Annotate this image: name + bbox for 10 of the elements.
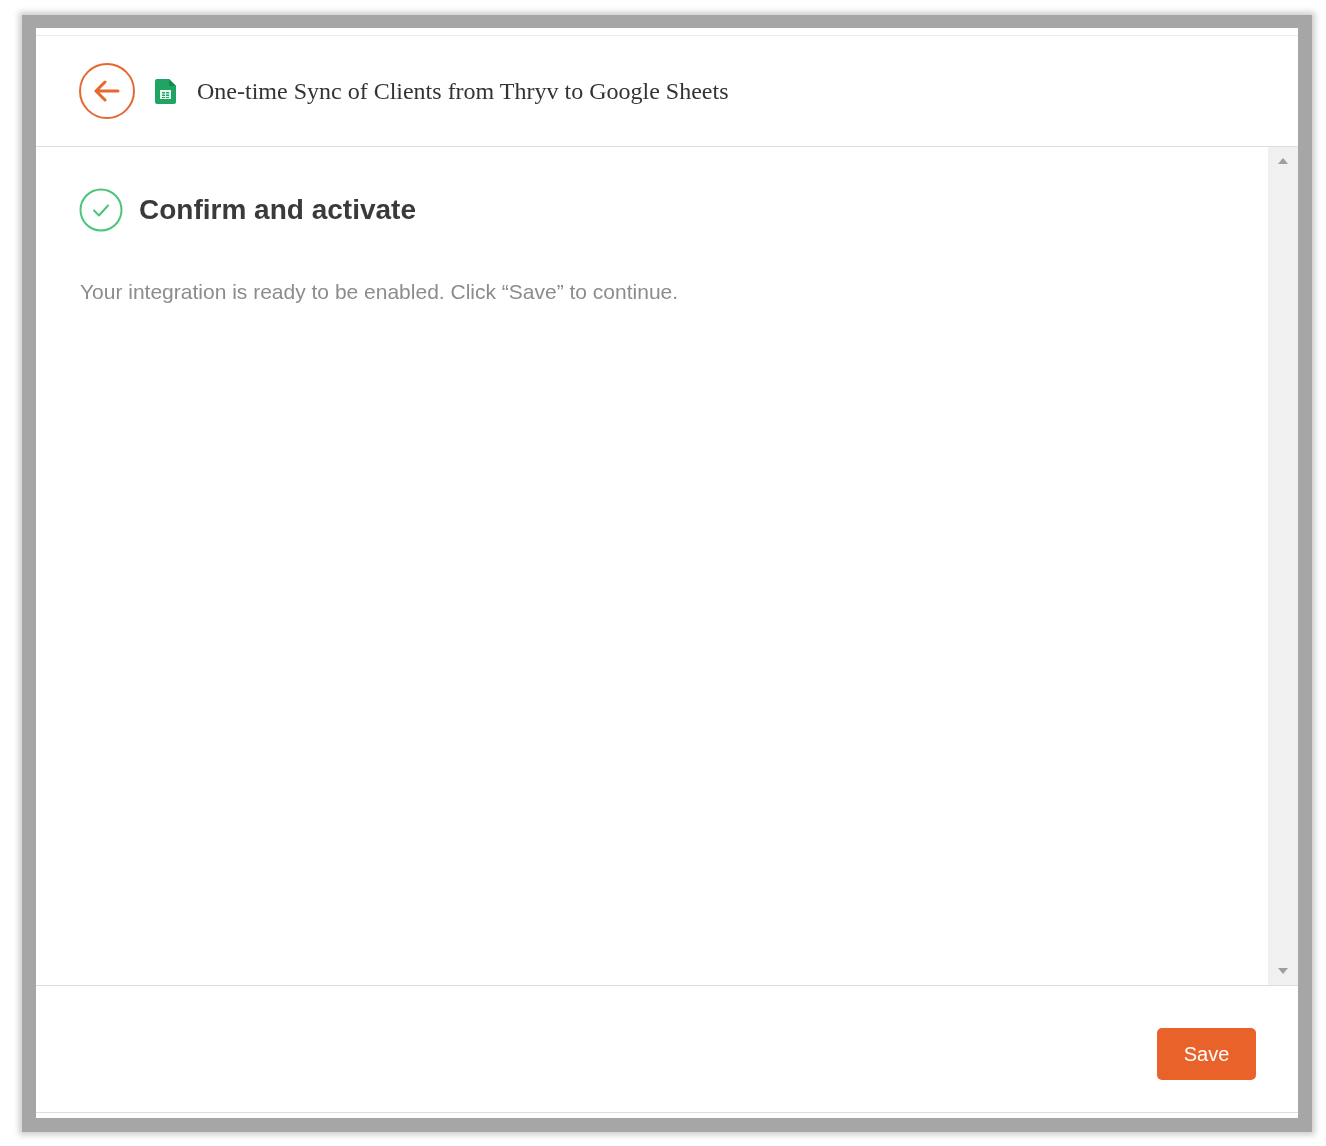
save-button[interactable]: Save	[1157, 1028, 1256, 1080]
scrollbar[interactable]	[1268, 147, 1298, 985]
scroll-up-icon[interactable]	[1278, 158, 1288, 164]
scroll-down-icon[interactable]	[1278, 968, 1288, 974]
back-button[interactable]	[79, 63, 135, 119]
step-message: Your integration is ready to be enabled. Click “Save” to continue.	[80, 279, 680, 305]
left-arrow-icon	[94, 80, 120, 102]
page-title: One-time Sync of Clients from Thryv to Google Sheets	[197, 77, 729, 106]
step-title: Confirm and activate	[139, 193, 416, 227]
spreadsheet-icon	[155, 78, 176, 104]
